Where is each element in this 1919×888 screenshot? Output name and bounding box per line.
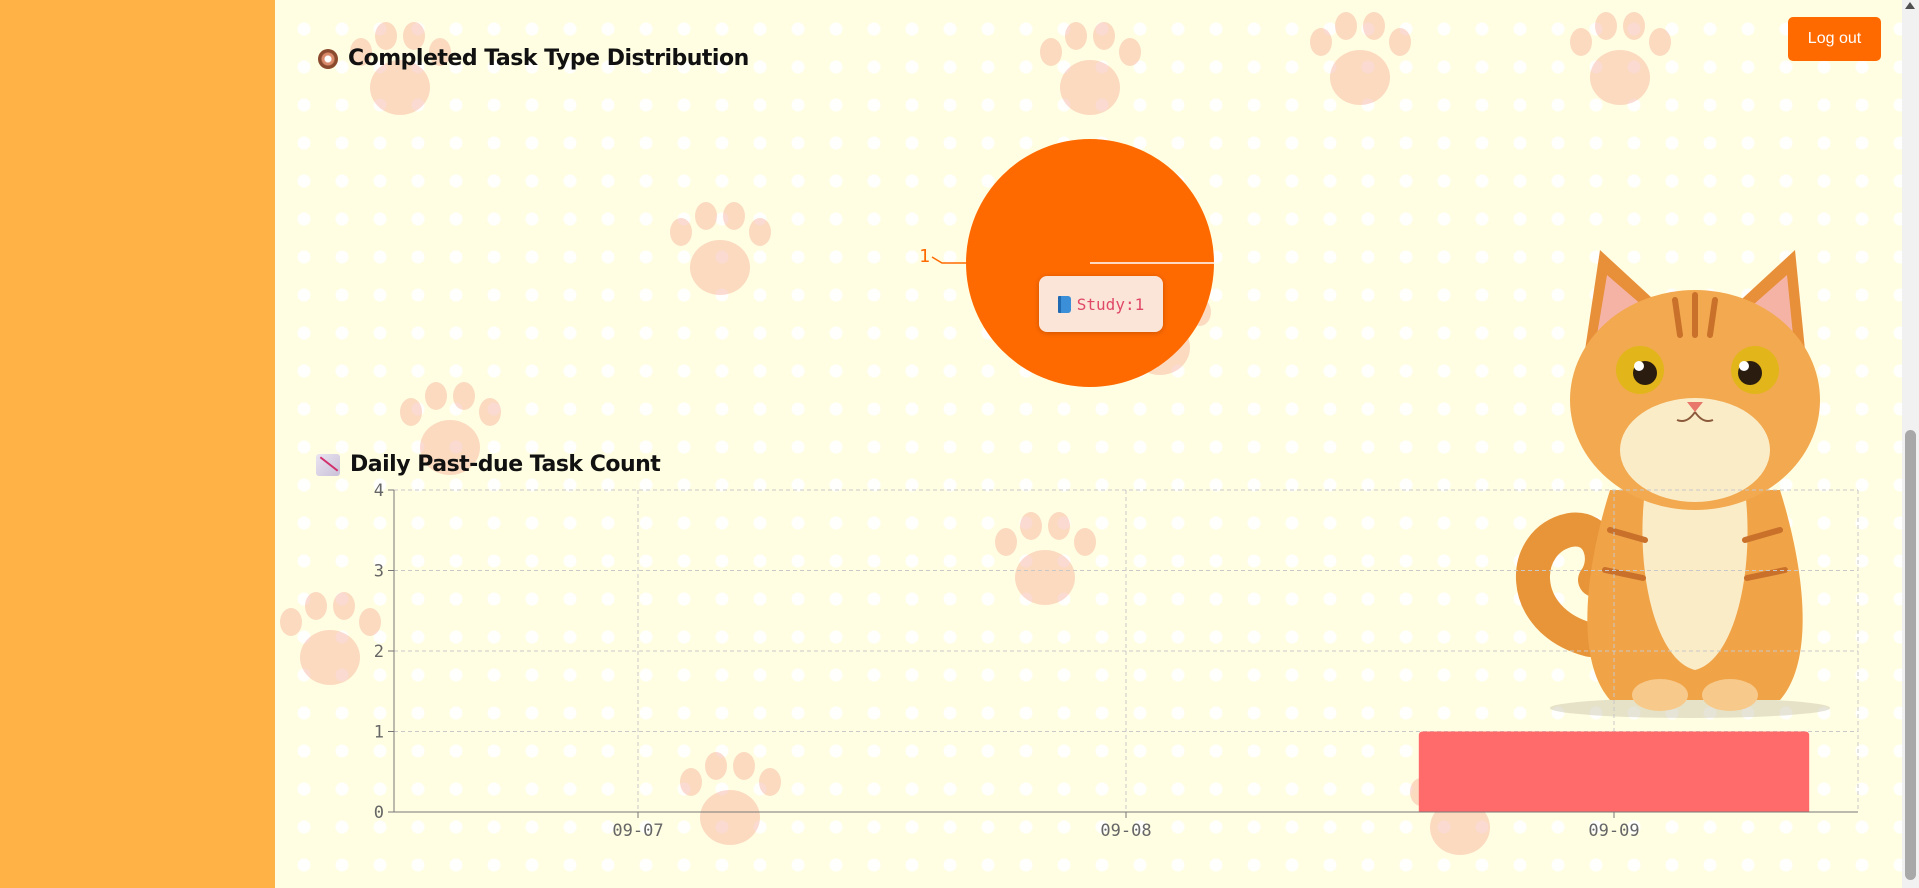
- pie-tooltip: Study:1: [1039, 276, 1163, 332]
- pie-tooltip-text: Study:1: [1076, 294, 1145, 314]
- chart-decreasing-icon: [316, 453, 340, 476]
- logout-button[interactable]: Log out: [1788, 17, 1881, 61]
- x-tick-label: 09-07: [612, 821, 663, 841]
- section-title-distribution: Completed Task Type Distribution: [318, 46, 749, 71]
- x-tick-label: 09-09: [1588, 821, 1639, 841]
- paw-print-decoration: [1565, 10, 1675, 110]
- pie-outer-label: 1: [920, 246, 930, 267]
- distribution-title-text: Completed Task Type Distribution: [348, 46, 749, 71]
- y-tick-label: 2: [374, 642, 384, 662]
- scrollbar-thumb[interactable]: [1905, 430, 1916, 880]
- pie-chart: 1: [920, 139, 1214, 387]
- bar-chart: 0 1 2 3 4 09-07 09-08 09-09: [374, 481, 1859, 841]
- paw-print-decoration: [665, 200, 775, 300]
- paw-print-decoration: [1035, 20, 1145, 120]
- y-tick-label: 1: [374, 723, 384, 743]
- y-tick-label: 4: [374, 481, 384, 501]
- y-tick-label: 0: [374, 803, 384, 823]
- scroll-up-icon[interactable]: [1905, 2, 1915, 9]
- bar-09-09: [1418, 731, 1810, 812]
- x-tick-label: 09-08: [1100, 821, 1151, 841]
- y-tick-label: 3: [374, 562, 384, 582]
- paw-print-decoration: [1305, 10, 1415, 110]
- donut-icon: [318, 48, 338, 69]
- cat-eye-highlight-right: [1739, 361, 1749, 371]
- section-title-pastdue: Daily Past-due Task Count: [316, 452, 661, 477]
- pie-label-leader-line: [931, 256, 966, 264]
- sidebar: [0, 0, 275, 888]
- book-icon: [1057, 295, 1071, 313]
- scrollbar[interactable]: [1902, 0, 1919, 888]
- pastdue-title-text: Daily Past-due Task Count: [350, 452, 661, 477]
- cat-eye-highlight-left: [1634, 361, 1644, 371]
